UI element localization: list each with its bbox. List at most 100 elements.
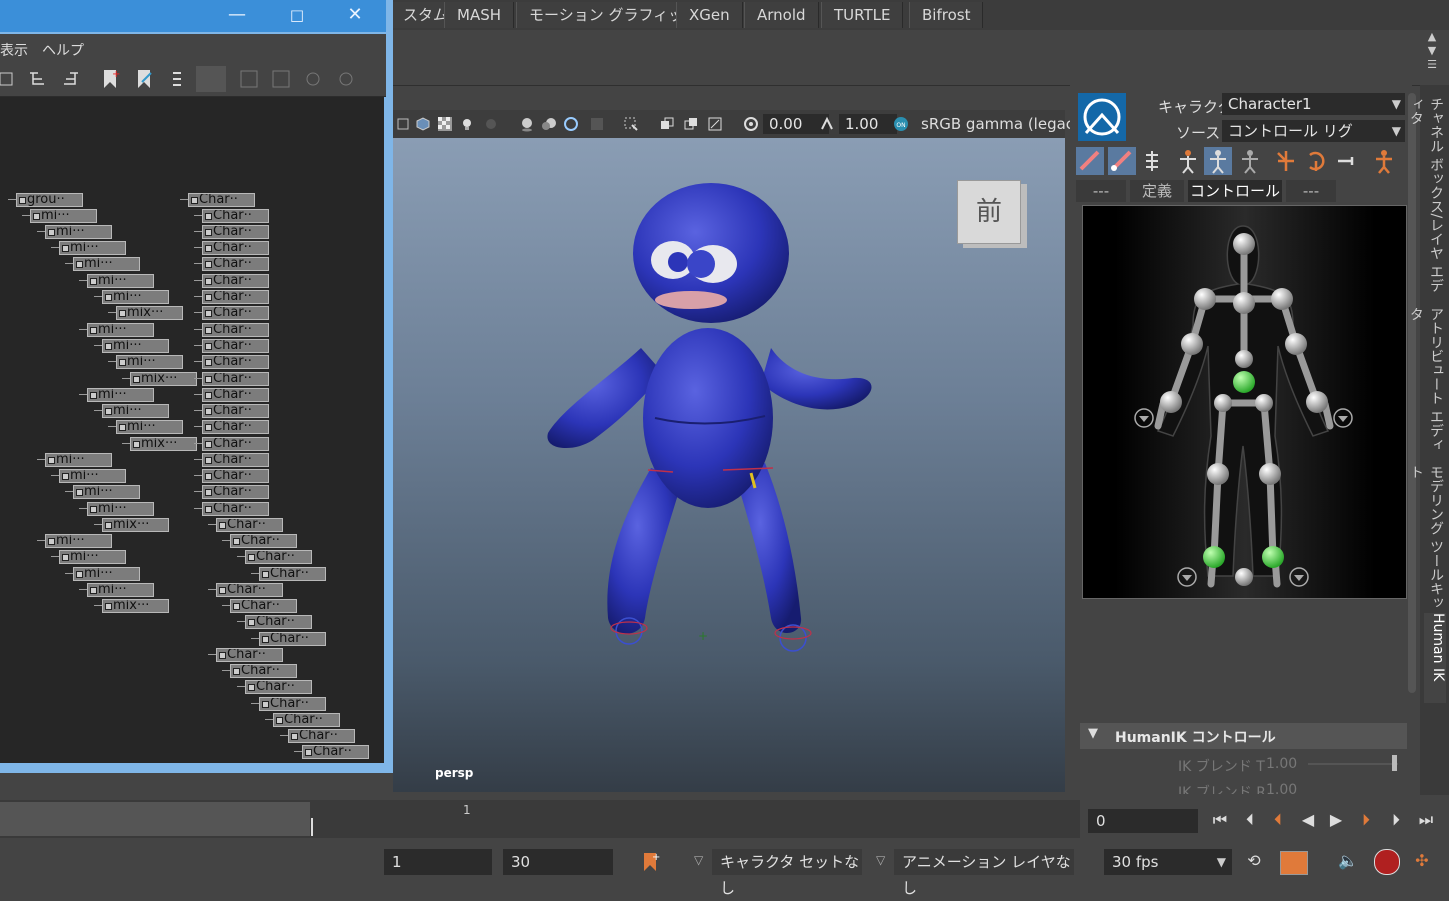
outliner-node[interactable]: Char·· bbox=[202, 388, 269, 402]
outliner-node[interactable]: Char·· bbox=[230, 534, 297, 548]
wireframe-shaded-icon[interactable] bbox=[395, 116, 411, 132]
outliner-node[interactable]: Char·· bbox=[202, 257, 269, 271]
outliner-node[interactable]: mix··· bbox=[116, 306, 183, 320]
outliner-node[interactable]: Char·· bbox=[230, 599, 297, 613]
outliner-node[interactable]: Char·· bbox=[273, 713, 340, 727]
outliner-node[interactable]: Char·· bbox=[202, 355, 269, 369]
current-time-marker[interactable] bbox=[311, 818, 313, 836]
key-all-icon[interactable] bbox=[1334, 147, 1362, 175]
motion-blur-icon[interactable] bbox=[541, 116, 557, 132]
view-cube[interactable]: 前 bbox=[957, 180, 1021, 244]
key-selected-icon[interactable] bbox=[1302, 147, 1330, 175]
filter-toggle-button[interactable] bbox=[196, 66, 226, 92]
isolate-select-icon[interactable] bbox=[623, 116, 639, 132]
ik-blend-t-slider[interactable] bbox=[1308, 763, 1398, 765]
tab-attribute-editor[interactable]: アトリビュート エディタ bbox=[1408, 307, 1446, 457]
outliner-node[interactable]: Char·· bbox=[202, 404, 269, 418]
tab-placeholder-left[interactable]: --- bbox=[1076, 180, 1126, 202]
humanik-scrollbar[interactable] bbox=[1408, 93, 1416, 693]
anim-layer-chevron-icon[interactable]: ▽ bbox=[876, 853, 885, 867]
outliner-node[interactable]: Char·· bbox=[202, 437, 269, 451]
outliner-node[interactable]: Char·· bbox=[202, 241, 269, 255]
shelf-tab-turtle[interactable]: TURTLE bbox=[821, 2, 904, 28]
outliner-node[interactable]: Char·· bbox=[202, 372, 269, 386]
humanik-logo-icon[interactable] bbox=[1078, 93, 1126, 141]
select-hierarchy-icon[interactable] bbox=[272, 70, 290, 88]
select-icon[interactable] bbox=[240, 70, 258, 88]
outliner-node[interactable]: mi··· bbox=[59, 241, 126, 255]
ik-blend-t-value[interactable]: 1.00 bbox=[1266, 756, 1297, 772]
outliner-node[interactable]: mix··· bbox=[130, 437, 197, 451]
view-transform-label[interactable]: sRGB gamma (legac bbox=[921, 114, 1074, 134]
tab-human-ik[interactable]: Human IK bbox=[1424, 613, 1446, 703]
outliner-node[interactable]: mi··· bbox=[102, 404, 169, 418]
play-forwards-icon[interactable]: ▶ bbox=[1326, 810, 1346, 830]
frame-all-icon[interactable] bbox=[336, 70, 356, 88]
shadow-icon[interactable] bbox=[483, 116, 499, 132]
outliner-title-bar[interactable]: — □ ✕ bbox=[0, 0, 386, 32]
loop-icon[interactable]: ⟲ bbox=[1244, 851, 1264, 871]
maximize-button[interactable]: □ bbox=[268, 0, 326, 32]
unpin-icon[interactable] bbox=[1236, 147, 1264, 175]
menu-dots-icon[interactable] bbox=[172, 70, 182, 88]
list-view-icon[interactable] bbox=[0, 70, 16, 88]
outliner-node[interactable]: mi··· bbox=[116, 355, 183, 369]
outliner-node[interactable]: mi··· bbox=[30, 209, 97, 223]
cache-playback-icon[interactable] bbox=[1280, 851, 1308, 875]
add-bookmark-icon[interactable]: + bbox=[100, 68, 120, 90]
go-to-start-icon[interactable]: ⏮ bbox=[1210, 810, 1230, 830]
close-button[interactable]: ✕ bbox=[326, 0, 384, 32]
gamma-icon[interactable] bbox=[819, 116, 835, 132]
outliner-node[interactable]: Char·· bbox=[245, 615, 312, 629]
menu-display[interactable]: 表示 bbox=[0, 40, 28, 60]
frame-selected-icon[interactable] bbox=[304, 70, 322, 88]
go-to-end-icon[interactable]: ⏭ bbox=[1416, 810, 1436, 830]
outliner-node[interactable]: mi··· bbox=[59, 469, 126, 483]
outliner-node[interactable]: mix··· bbox=[102, 599, 169, 613]
outliner-node[interactable]: Char·· bbox=[202, 209, 269, 223]
time-slider[interactable]: 1 bbox=[0, 800, 1080, 838]
outliner-node[interactable]: Char·· bbox=[202, 225, 269, 239]
ambient-occlusion-icon[interactable] bbox=[519, 116, 535, 132]
light-icon[interactable] bbox=[459, 116, 475, 132]
step-forward-key-icon[interactable]: ⏵ bbox=[1386, 810, 1406, 830]
outliner-node[interactable]: mi··· bbox=[102, 290, 169, 304]
anti-alias-icon[interactable] bbox=[563, 116, 579, 132]
perspective-viewport[interactable]: 前 + persp bbox=[393, 138, 1065, 792]
hierarchy-collapse-icon[interactable] bbox=[60, 70, 80, 88]
menu-help[interactable]: ヘルプ bbox=[42, 40, 84, 60]
outliner-node[interactable]: Char·· bbox=[202, 290, 269, 304]
outliner-node[interactable]: Char·· bbox=[259, 697, 326, 711]
outliner-node[interactable]: mi··· bbox=[45, 453, 112, 467]
add-bookmark-icon[interactable]: + bbox=[640, 851, 660, 873]
outliner-node[interactable]: grou·· bbox=[16, 193, 83, 207]
step-back-frame-icon[interactable]: ⏴ bbox=[1268, 810, 1288, 830]
step-back-key-icon[interactable]: ⏴ bbox=[1240, 810, 1260, 830]
outliner-node[interactable]: mi··· bbox=[102, 339, 169, 353]
tab-controls[interactable]: コントロール bbox=[1188, 180, 1282, 202]
outliner-node[interactable]: mi··· bbox=[87, 274, 154, 288]
textured-icon[interactable] bbox=[415, 116, 431, 132]
character-dropdown[interactable]: Character1 ▼ bbox=[1222, 93, 1405, 115]
tab-channel-box[interactable]: チャネル ボックス/レイヤ エディタ bbox=[1408, 97, 1446, 297]
pin-translation-icon[interactable] bbox=[1174, 147, 1202, 175]
minimize-button[interactable]: — bbox=[208, 0, 266, 32]
outliner-node[interactable]: mi··· bbox=[116, 420, 183, 434]
key-body-part-icon[interactable] bbox=[1272, 147, 1300, 175]
outliner-node[interactable]: Char·· bbox=[202, 420, 269, 434]
shelf-tab-arnold[interactable]: Arnold bbox=[744, 2, 819, 28]
checker-icon[interactable] bbox=[437, 116, 453, 132]
outliner-node[interactable]: Char·· bbox=[202, 339, 269, 353]
outliner-node[interactable]: mi··· bbox=[73, 567, 140, 581]
fps-dropdown[interactable]: 30 fps ▼ bbox=[1104, 849, 1232, 875]
outliner-node[interactable]: Char·· bbox=[302, 745, 369, 759]
end-frame-field[interactable]: 30 bbox=[503, 849, 613, 875]
tab-definition[interactable]: 定義 bbox=[1130, 180, 1184, 202]
tab-modeling-toolkit[interactable]: モデリング ツールキット bbox=[1408, 465, 1446, 615]
start-frame-field[interactable]: 1 bbox=[384, 849, 492, 875]
play-backwards-icon[interactable]: ◀ bbox=[1298, 810, 1318, 830]
outliner-node[interactable]: mi··· bbox=[87, 502, 154, 516]
gamma-field[interactable]: 1.00 bbox=[839, 114, 897, 134]
hierarchy-expand-icon[interactable] bbox=[28, 70, 48, 88]
edit-bookmark-icon[interactable] bbox=[134, 68, 154, 90]
